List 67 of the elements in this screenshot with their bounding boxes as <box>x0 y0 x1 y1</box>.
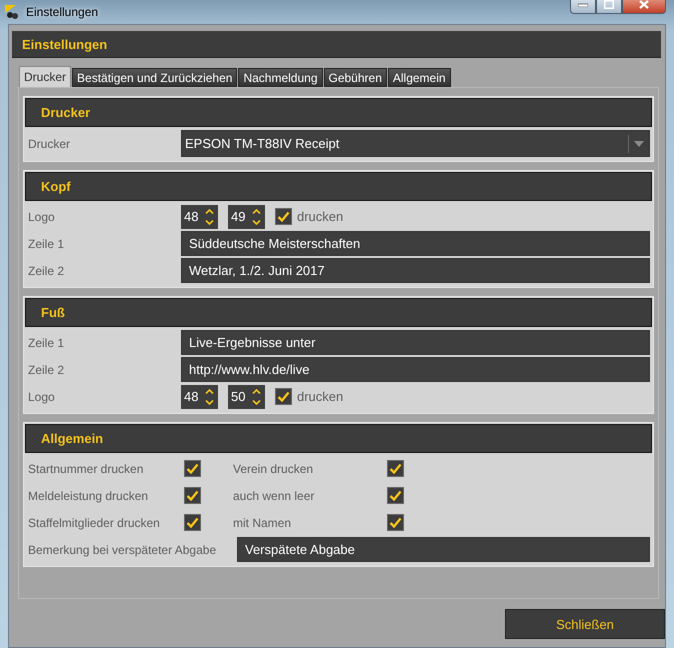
spinner-value: 48 <box>184 209 200 224</box>
number-spinner[interactable]: 48 <box>181 204 218 228</box>
number-spinner[interactable]: 48 <box>181 384 218 408</box>
close-button[interactable] <box>622 0 666 14</box>
app-icon <box>4 4 20 20</box>
maximize-button[interactable] <box>596 0 622 14</box>
checkbox[interactable] <box>387 460 404 477</box>
spinner-value: 49 <box>231 209 246 224</box>
minimize-button[interactable] <box>570 0 596 14</box>
text-field[interactable]: http://www.hlv.de/live <box>181 357 650 382</box>
tab[interactable]: Allgemein <box>388 68 451 87</box>
number-spinner[interactable]: 49 <box>228 204 265 228</box>
field-label: Zeile 2 <box>28 362 66 376</box>
option-label: Verein drucken <box>233 462 314 476</box>
checkbox[interactable] <box>387 514 404 531</box>
section-header: Drucker <box>25 98 652 127</box>
chevron-down-icon <box>252 400 260 404</box>
field-label: Drucker <box>28 136 72 150</box>
tab[interactable]: Bestätigen und Zurückziehen <box>72 68 238 87</box>
field-label: Zeile 2 <box>28 264 66 278</box>
text-field[interactable]: Süddeutsche Meisterschaften <box>181 231 650 256</box>
checkbox[interactable] <box>184 514 201 531</box>
field-label: Logo <box>28 210 56 224</box>
chevron-up-icon <box>252 208 260 214</box>
section-header: Fuß <box>25 298 652 327</box>
option-label: mit Namen <box>233 516 292 530</box>
tab[interactable]: Drucker <box>19 66 72 87</box>
option-label: Staffelmitglieder drucken <box>28 516 161 530</box>
option-label: Meldeleistung drucken <box>28 488 150 502</box>
checkbox[interactable] <box>184 487 201 504</box>
printer-dropdown[interactable]: EPSON TM-T88IV Receipt <box>181 130 650 157</box>
checkbox-label: drucken <box>297 209 344 224</box>
text-field[interactable]: Verspätete Abgabe <box>237 537 650 562</box>
minimize-icon <box>578 2 588 6</box>
field-label: Zeile 1 <box>28 236 66 250</box>
spinner-value: 50 <box>231 389 246 404</box>
tab[interactable]: Gebühren <box>324 68 387 87</box>
option-label: Startnummer drucken <box>28 462 144 476</box>
checkbox[interactable] <box>184 460 201 477</box>
dropdown-value: EPSON TM-T88IV Receipt <box>184 136 340 151</box>
chevron-up-icon <box>252 388 260 394</box>
section-header: Allgemein <box>25 424 652 453</box>
field-label: Zeile 1 <box>28 336 66 350</box>
close-icon <box>639 0 649 9</box>
text-field[interactable]: Wetzlar, 1./2. Juni 2017 <box>181 258 650 283</box>
maximize-icon <box>604 0 614 9</box>
chevron-down-icon <box>204 220 214 224</box>
number-spinner[interactable]: 50 <box>228 384 265 408</box>
checkbox[interactable] <box>275 208 292 225</box>
chevron-down-icon <box>204 400 214 404</box>
field-label: Logo <box>28 390 56 404</box>
window-title: Einstellungen <box>26 5 98 19</box>
field-label: Bemerkung bei verspäteter Abgabe <box>28 542 218 556</box>
tab[interactable]: Nachmeldung <box>238 68 322 87</box>
checkbox[interactable] <box>275 388 292 405</box>
chevron-up-icon <box>204 208 214 214</box>
option-label: auch wenn leer <box>233 488 316 502</box>
close-dialog-button[interactable]: Schließen <box>505 609 665 639</box>
chevron-up-icon <box>204 388 214 394</box>
page-header: Einstellungen <box>12 31 661 58</box>
spinner-value: 48 <box>184 389 200 404</box>
section-header: Kopf <box>25 172 652 201</box>
dropdown-arrow-icon <box>634 140 644 146</box>
checkbox[interactable] <box>387 487 404 504</box>
chevron-down-icon <box>252 220 260 224</box>
text-field[interactable]: Live-Ergebnisse unter <box>181 330 650 355</box>
checkbox-label: drucken <box>297 389 344 404</box>
